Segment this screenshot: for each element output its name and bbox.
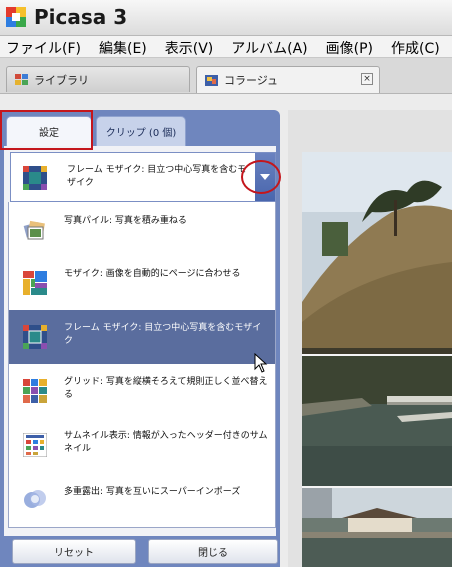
menu-picture[interactable]: 画像(P): [326, 36, 373, 57]
tab-collage-label: コラージュ: [224, 74, 279, 87]
collage-photo-pond-bridge[interactable]: [302, 356, 452, 486]
list-item-label: サムネイル表示: 情報が入ったヘッダー付きのサムネイル: [64, 431, 268, 454]
list-item-multi-exposure[interactable]: 多重露出: 写真を互いにスーパーインポーズ: [9, 472, 275, 526]
list-item-label: グリッド: 写真を縦横そろえて規則正しく並べ替える: [64, 377, 268, 400]
tab-library[interactable]: ライブラリ: [6, 66, 190, 92]
tab-library-label: ライブラリ: [34, 73, 89, 87]
tab-collage[interactable]: コラージュ ×: [196, 66, 380, 93]
menu-create[interactable]: 作成(C): [391, 36, 440, 57]
collage-type-list: 写真パイル: 写真を積み重ねる モザイク: 画像を自動的にページに合わせる フレ…: [8, 202, 276, 528]
reset-button[interactable]: リセット: [12, 539, 136, 564]
list-item-label: 多重露出: 写真を互いにスーパーインポーズ: [64, 487, 241, 497]
list-item-thumbnail-sheet[interactable]: サムネイル表示: 情報が入ったヘッダー付きのサムネイル: [9, 418, 275, 472]
mosaic-icon: [23, 271, 47, 295]
menu-bar: ファイル(F) 編集(E) 表示(V) アルバム(A) 画像(P) 作成(C): [0, 36, 452, 58]
menu-edit[interactable]: 編集(E): [99, 36, 147, 57]
list-item-label: フレーム モザイク: 目立つ中心写真を含むモザイク: [64, 323, 262, 346]
collage-icon: [205, 74, 218, 86]
frame-mosaic-icon: [23, 325, 47, 349]
list-item-label: モザイク: 画像を自動的にページに合わせる: [64, 269, 241, 279]
list-item-label: 写真パイル: 写真を積み重ねる: [64, 216, 187, 226]
grid-layout-icon: [23, 379, 47, 403]
collage-type-select[interactable]: フレーム モザイク: 目立つ中心写真を含むモザイク: [10, 152, 276, 202]
collage-type-selected-label: フレーム モザイク: 目立つ中心写真を含むモザイク: [67, 165, 247, 188]
annotation-highlight-settings: [0, 110, 93, 150]
close-button[interactable]: 閉じる: [148, 539, 278, 564]
tab-clips[interactable]: クリップ (0 個): [96, 116, 186, 146]
title-bar: Picasa 3: [0, 0, 452, 36]
list-item-frame-mosaic[interactable]: フレーム モザイク: 目立つ中心写真を含むモザイク: [9, 310, 275, 364]
close-icon[interactable]: ×: [361, 73, 373, 85]
collage-photo-pavilion[interactable]: [302, 488, 452, 567]
frame-mosaic-icon: [23, 166, 47, 190]
list-item-grid[interactable]: グリッド: 写真を縦横そろえて規則正しく並べ替える: [9, 364, 275, 418]
photo-pile-icon: [23, 220, 45, 240]
menu-view[interactable]: 表示(V): [165, 36, 214, 57]
list-item-mosaic[interactable]: モザイク: 画像を自動的にページに合わせる: [9, 256, 275, 310]
list-item-photo-pile[interactable]: 写真パイル: 写真を積み重ねる: [9, 202, 275, 256]
mouse-cursor-icon: [254, 353, 268, 373]
picasa-logo-icon: [6, 7, 26, 27]
thumbnail-sheet-icon: [23, 433, 47, 457]
collage-preview[interactable]: [302, 152, 452, 567]
menu-file[interactable]: ファイル(F): [6, 36, 81, 57]
menu-album[interactable]: アルバム(A): [231, 36, 307, 57]
app-tab-bar: ライブラリ コラージュ ×: [0, 58, 452, 94]
grid-icon: [15, 74, 28, 85]
multi-exposure-icon: [24, 490, 46, 508]
collage-photo-hill-pine[interactable]: [302, 152, 452, 354]
annotation-circle-dropdown-arrow: [241, 160, 281, 194]
app-title: Picasa 3: [34, 5, 128, 29]
